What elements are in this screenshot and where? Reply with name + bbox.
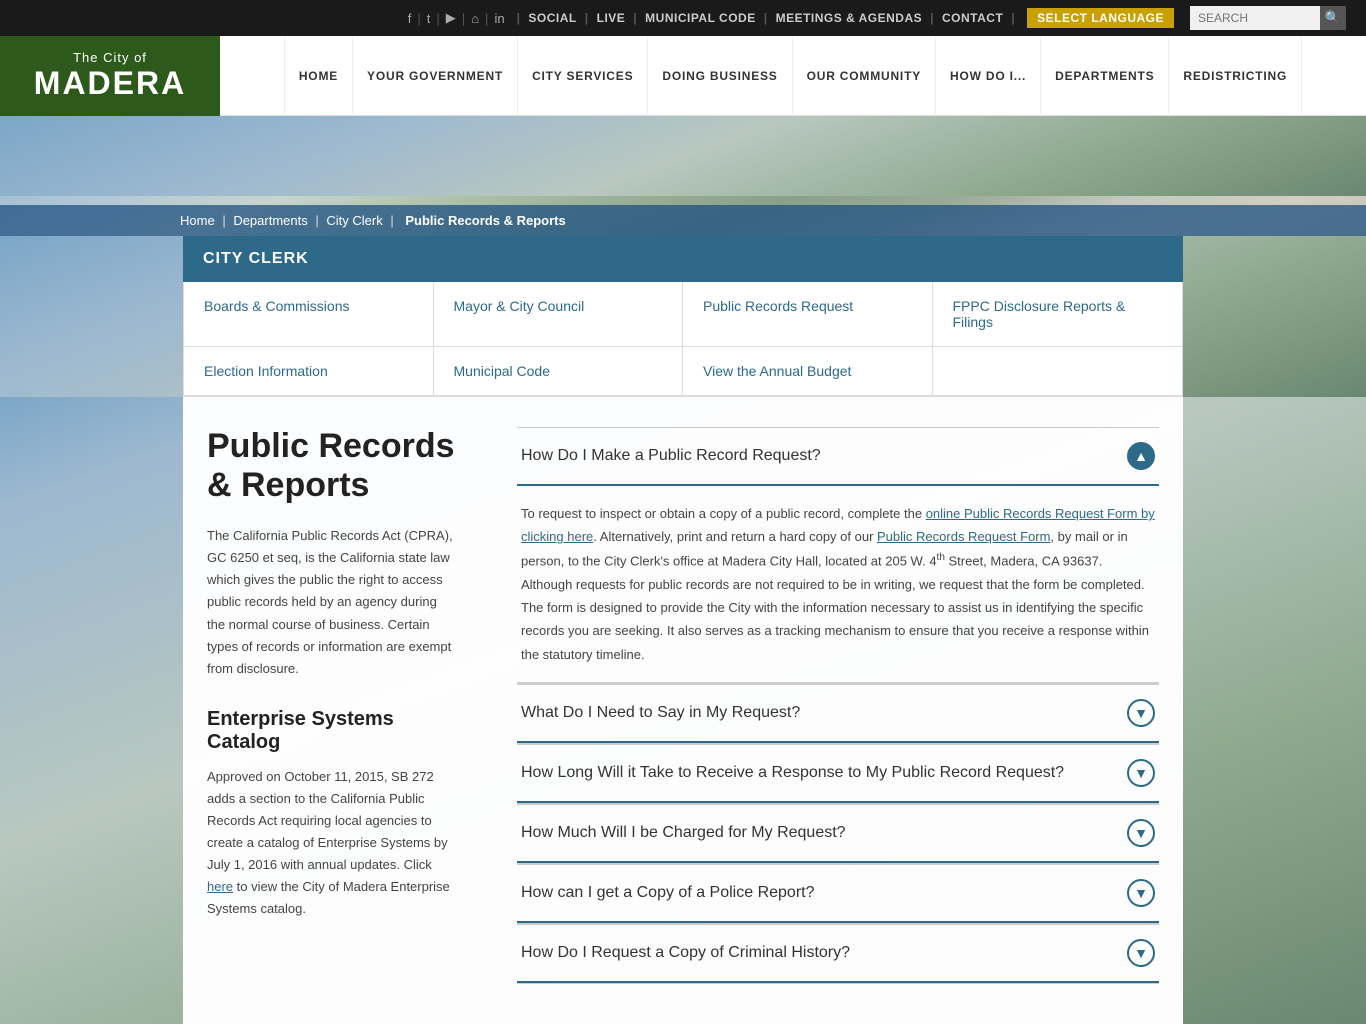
nav-your-government[interactable]: YOUR GOVERNMENT (353, 36, 518, 116)
accordion-item-6: How Do I Request a Copy of Criminal Hist… (517, 924, 1159, 984)
accordion-section: How Do I Make a Public Record Request? ▲… (517, 427, 1159, 984)
accordion-title-5: How can I get a Copy of a Police Report? (521, 884, 815, 902)
meetings-link[interactable]: MEETINGS & AGENDAS (776, 11, 923, 25)
dept-nav-election[interactable]: Election Information (184, 347, 434, 396)
accordion-header-6[interactable]: How Do I Request a Copy of Criminal Hist… (517, 924, 1159, 983)
here-link[interactable]: here (207, 879, 233, 894)
home-icon[interactable]: ⌂ (471, 11, 479, 26)
search-box: 🔍 (1190, 6, 1346, 30)
top-sep3: | (462, 11, 465, 26)
nav-city-services[interactable]: CITY SERVICES (518, 36, 648, 116)
breadcrumb-current: Public Records & Reports (405, 213, 565, 228)
accordion-title-3: How Long Will it Take to Receive a Respo… (521, 764, 1064, 782)
accordion-header-1[interactable]: How Do I Make a Public Record Request? ▲ (517, 427, 1159, 486)
accordion-title-1: How Do I Make a Public Record Request? (521, 447, 821, 465)
language-selector[interactable]: SELECT LANGUAGE (1027, 8, 1174, 28)
accordion-icon-5: ▼ (1127, 879, 1155, 907)
dept-nav-municipal[interactable]: Municipal Code (434, 347, 684, 396)
facebook-icon[interactable]: f (408, 11, 412, 26)
city-clerk-section: CITY CLERK Boards & Commissions Mayor & … (183, 236, 1183, 397)
linkedin-icon[interactable]: in (494, 11, 504, 26)
search-input[interactable] (1190, 6, 1320, 30)
top-bar: f | t | ▶ | ⌂ | in | SOCIAL | LIVE | MUN… (0, 0, 1366, 36)
accordion-item-3: How Long Will it Take to Receive a Respo… (517, 744, 1159, 804)
social-link[interactable]: SOCIAL (528, 11, 576, 25)
dept-nav-records-request[interactable]: Public Records Request (683, 282, 933, 347)
nav-how-do-i[interactable]: HOW DO I... (936, 36, 1041, 116)
site-header: The City of MADERA HOME YOUR GOVERNMENT … (0, 36, 1366, 116)
enterprise-text: Approved on October 11, 2015, SB 272 add… (207, 766, 457, 921)
dept-nav-fppc[interactable]: FPPC Disclosure Reports & Filings (933, 282, 1183, 347)
nav-redistricting[interactable]: REDISTRICTING (1169, 36, 1302, 116)
accordion-icon-4: ▼ (1127, 819, 1155, 847)
dept-nav-budget[interactable]: View the Annual Budget (683, 347, 933, 396)
accordion-icon-3: ▼ (1127, 759, 1155, 787)
page-title: Public Records & Reports (207, 427, 457, 505)
dept-nav-boards[interactable]: Boards & Commissions (184, 282, 434, 347)
accordion-icon-2: ▼ (1127, 699, 1155, 727)
breadcrumb-home[interactable]: Home (180, 213, 215, 228)
municipal-code-link[interactable]: MUNICIPAL CODE (645, 11, 756, 25)
left-column: Public Records & Reports The California … (207, 427, 487, 984)
top-sep2: | (436, 11, 439, 26)
accordion-title-2: What Do I Need to Say in My Request? (521, 704, 800, 722)
dept-nav-mayor[interactable]: Mayor & City Council (434, 282, 684, 347)
page-content: Public Records & Reports The California … (183, 397, 1183, 1024)
accordion-icon-6: ▼ (1127, 939, 1155, 967)
accordion-item-2: What Do I Need to Say in My Request? ▼ (517, 684, 1159, 744)
breadcrumb: Home | Departments | City Clerk | Public… (0, 205, 1366, 236)
nav-our-community[interactable]: OUR COMMUNITY (793, 36, 936, 116)
records-form-link[interactable]: Public Records Request Form (877, 529, 1050, 544)
accordion-item-1: How Do I Make a Public Record Request? ▲… (517, 427, 1159, 684)
social-icons: f | t | ▶ | ⌂ | in (408, 10, 505, 26)
twitter-icon[interactable]: t (427, 11, 431, 26)
top-nav-links: | SOCIAL | LIVE | MUNICIPAL CODE | MEETI… (513, 11, 1020, 25)
accordion-header-2[interactable]: What Do I Need to Say in My Request? ▼ (517, 684, 1159, 743)
accordion-icon-up-1: ▲ (1127, 442, 1155, 470)
accordion-title-6: How Do I Request a Copy of Criminal Hist… (521, 944, 850, 962)
live-link[interactable]: LIVE (597, 11, 626, 25)
contact-link[interactable]: CONTACT (942, 11, 1003, 25)
nav-doing-business[interactable]: DOING BUSINESS (648, 36, 792, 116)
accordion-header-4[interactable]: How Much Will I be Charged for My Reques… (517, 804, 1159, 863)
logo-city-name: MADERA (34, 65, 186, 102)
dept-nav-empty (933, 347, 1183, 396)
search-button[interactable]: 🔍 (1320, 6, 1346, 30)
dept-title: CITY CLERK (183, 236, 1183, 282)
breadcrumb-city-clerk[interactable]: City Clerk (326, 213, 382, 228)
accordion-item-5: How can I get a Copy of a Police Report?… (517, 864, 1159, 924)
main-navigation: HOME YOUR GOVERNMENT CITY SERVICES DOING… (220, 36, 1366, 116)
logo-city-of: The City of (73, 50, 147, 65)
logo[interactable]: The City of MADERA (0, 36, 220, 116)
accordion-item-4: How Much Will I be Charged for My Reques… (517, 804, 1159, 864)
accordion-header-3[interactable]: How Long Will it Take to Receive a Respo… (517, 744, 1159, 803)
page-description: The California Public Records Act (CPRA)… (207, 525, 457, 680)
accordion-title-4: How Much Will I be Charged for My Reques… (521, 824, 846, 842)
youtube-icon[interactable]: ▶ (446, 10, 456, 26)
top-sep4: | (485, 11, 488, 26)
enterprise-heading: Enterprise Systems Catalog (207, 708, 457, 754)
accordion-body-1: To request to inspect or obtain a copy o… (517, 486, 1159, 683)
online-records-link[interactable]: online Public Records Request Form by cl… (521, 506, 1155, 544)
nav-departments[interactable]: DEPARTMENTS (1041, 36, 1169, 116)
nav-home[interactable]: HOME (284, 36, 353, 116)
breadcrumb-departments[interactable]: Departments (233, 213, 307, 228)
dept-navigation: Boards & Commissions Mayor & City Counci… (183, 282, 1183, 397)
accordion-header-5[interactable]: How can I get a Copy of a Police Report?… (517, 864, 1159, 923)
top-sep: | (417, 11, 420, 26)
